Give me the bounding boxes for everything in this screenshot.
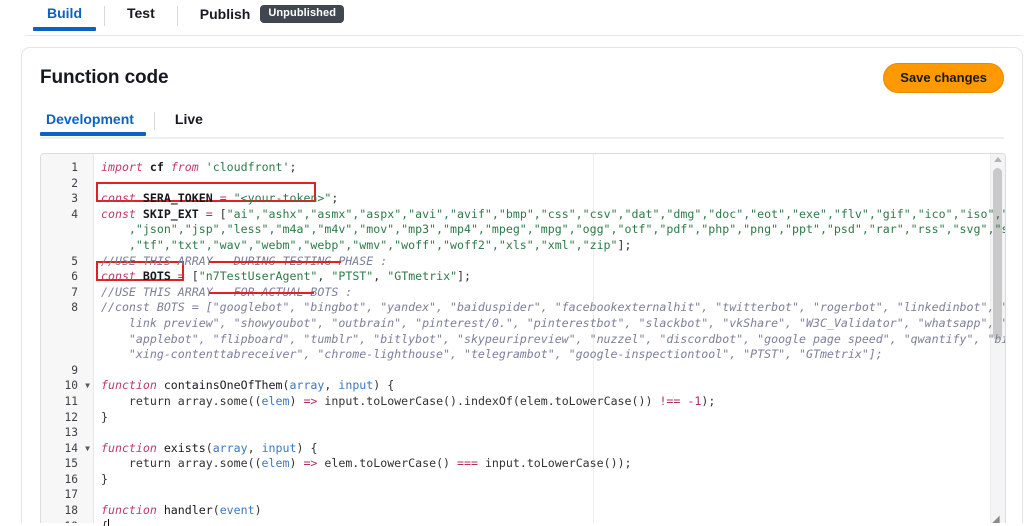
code-text: function containsOneOfThem(array, input)…: [93, 378, 1005, 394]
code-line: 10▼function containsOneOfThem(array, inp…: [41, 378, 1005, 394]
line-number: 9: [41, 363, 93, 379]
line-number: [41, 347, 93, 363]
code-line: 9: [41, 363, 1005, 379]
code-line: 11 return array.some((elem) => input.toL…: [41, 394, 1005, 410]
line-number: 18: [41, 503, 93, 519]
code-editor[interactable]: 1import cf from 'cloudfront';2 3const SE…: [40, 153, 1006, 526]
code-text: function exists(array, input) {: [93, 441, 1005, 457]
tab-test-label: Test: [127, 5, 155, 21]
code-line: 8//const BOTS = ["googlebot", "bingbot",…: [41, 300, 1005, 316]
line-number: 13: [41, 425, 93, 441]
code-line: 3const SERA_TOKEN = "<your-token>";: [41, 191, 1005, 207]
code-line: 16}: [41, 472, 1005, 488]
line-number: 5: [41, 254, 93, 270]
line-number: 6: [41, 269, 93, 285]
line-number: 7: [41, 285, 93, 301]
tab-development[interactable]: Development: [40, 109, 154, 136]
code-text: ,"tf","txt","wav","webm","webp","wmv","w…: [93, 238, 1005, 254]
line-number: [41, 332, 93, 348]
code-text: "applebot", "flipboard", "tumblr", "bitl…: [93, 332, 1006, 348]
code-line: 19▼{: [41, 519, 1005, 526]
text-caret: [108, 519, 109, 526]
card-header: Function code Save changes: [22, 48, 1022, 93]
line-number: 2: [41, 176, 93, 192]
code-line: 6const BOTS = ["n7TestUserAgent", "PTST"…: [41, 269, 1005, 285]
code-content[interactable]: 1import cf from 'cloudfront';2 3const SE…: [41, 154, 1005, 526]
code-line: 5//USE THIS ARRAY - DURING TESTING PHASE…: [41, 254, 1005, 270]
subtab-underline-track: [40, 137, 1004, 139]
tab-build-label: Build: [47, 5, 82, 21]
tab-development-label: Development: [46, 111, 134, 127]
tab-publish-label: Publish: [200, 6, 251, 22]
code-text: [93, 425, 1005, 441]
code-text: import cf from 'cloudfront';: [93, 160, 1005, 176]
code-line: 1import cf from 'cloudfront';: [41, 160, 1005, 176]
tab-live[interactable]: Live: [155, 109, 223, 136]
tab-test[interactable]: Test: [105, 0, 177, 31]
code-text: "xing-contenttabreceiver", "chrome-light…: [93, 347, 1005, 363]
code-text: return array.some((elem) => input.toLowe…: [93, 394, 1005, 410]
function-code-card: Function code Save changes Development L…: [21, 47, 1023, 526]
code-text: const BOTS = ["n7TestUserAgent", "PTST",…: [93, 269, 1005, 285]
code-text: [93, 176, 1005, 192]
line-number: 4: [41, 207, 93, 223]
code-subtablist: Development Live: [22, 109, 1022, 139]
code-line: 4const SKIP_EXT = ["ai","ashx","asmx","a…: [41, 207, 1005, 223]
code-line: 17: [41, 487, 1005, 503]
code-line: "xing-contenttabreceiver", "chrome-light…: [41, 347, 1005, 363]
line-number: 3: [41, 191, 93, 207]
code-text: [93, 363, 1005, 379]
line-number: 15: [41, 456, 93, 472]
line-number: [41, 222, 93, 238]
tab-build[interactable]: Build: [25, 0, 104, 31]
line-number: 1: [41, 160, 93, 176]
line-number: 10▼: [41, 378, 93, 394]
code-text: //USE THIS ARRAY - DURING TESTING PHASE …: [93, 254, 1005, 270]
code-line: link preview", "showyoubot", "outbrain",…: [41, 316, 1005, 332]
fold-arrow-icon[interactable]: ▼: [85, 441, 90, 457]
code-line: 14▼function exists(array, input) {: [41, 441, 1005, 457]
status-badge: Unpublished: [260, 5, 344, 23]
line-number: [41, 316, 93, 332]
code-line: 12}: [41, 410, 1005, 426]
code-line: 7//USE THIS ARRAY - FOR ACTUAL BOTS :: [41, 285, 1005, 301]
top-tablist: Build Test Publish Unpublished: [0, 0, 1035, 35]
line-number: 8: [41, 300, 93, 316]
code-text: }: [93, 410, 1005, 426]
tab-publish[interactable]: Publish Unpublished: [178, 0, 366, 33]
code-line: 13: [41, 425, 1005, 441]
code-text: ,"json","jsp","less","m4a","m4v","mov","…: [93, 222, 1006, 238]
line-number: 11: [41, 394, 93, 410]
top-nav-divider: [25, 35, 1023, 36]
code-text: return array.some((elem) => elem.toLower…: [93, 456, 1005, 472]
line-number: 14▼: [41, 441, 93, 457]
code-text: const SKIP_EXT = ["ai","ashx","asmx","as…: [93, 207, 1006, 223]
line-number: [41, 238, 93, 254]
code-text: link preview", "showyoubot", "outbrain",…: [93, 316, 1006, 332]
code-text: //const BOTS = ["googlebot", "bingbot", …: [93, 300, 1006, 316]
code-line: 15 return array.some((elem) => elem.toLo…: [41, 456, 1005, 472]
code-text: {: [93, 519, 1005, 526]
tab-live-label: Live: [175, 111, 203, 127]
code-line: 2: [41, 176, 1005, 192]
code-text: //USE THIS ARRAY - FOR ACTUAL BOTS :: [93, 285, 1005, 301]
code-line: ,"json","jsp","less","m4a","m4v","mov","…: [41, 222, 1005, 238]
top-navigation: Build Test Publish Unpublished: [0, 0, 1035, 40]
line-number: 16: [41, 472, 93, 488]
line-number: 12: [41, 410, 93, 426]
page-title: Function code: [40, 67, 169, 89]
line-number: 17: [41, 487, 93, 503]
save-changes-button[interactable]: Save changes: [883, 63, 1004, 93]
code-text: function handler(event): [93, 503, 1005, 519]
code-line: "applebot", "flipboard", "tumblr", "bitl…: [41, 332, 1005, 348]
code-line: ,"tf","txt","wav","webm","webp","wmv","w…: [41, 238, 1005, 254]
code-text: [93, 487, 1005, 503]
code-line: 18function handler(event): [41, 503, 1005, 519]
code-text: }: [93, 472, 1005, 488]
code-text: const SERA_TOKEN = "<your-token>";: [93, 191, 1005, 207]
fold-arrow-icon[interactable]: ▼: [85, 378, 90, 394]
